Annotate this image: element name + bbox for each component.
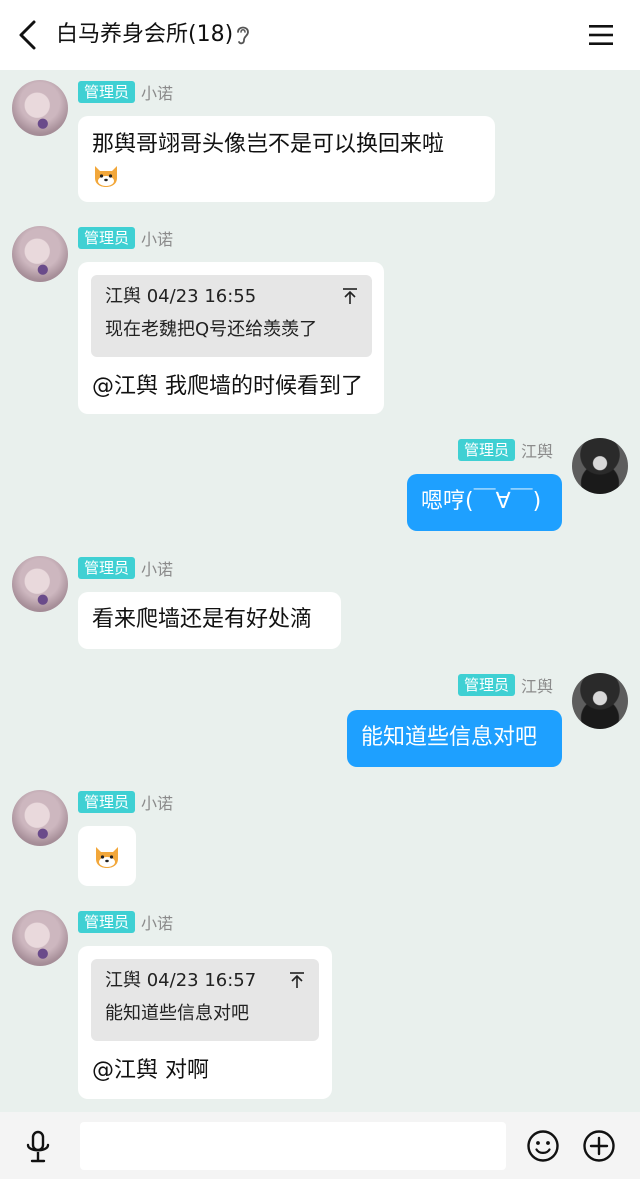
- message-bubble[interactable]: 江舆 04/23 16:55 现在老魏把Q号还给羡羡了 @江舆 我爬墙的时候看到…: [78, 262, 384, 414]
- composer-bar: [0, 1112, 640, 1179]
- message-meta: 管理员 小诺: [78, 790, 173, 814]
- shiba-dog-emoji: [95, 166, 117, 187]
- message-text: 看来爬墙还是有好处滴: [92, 607, 313, 632]
- message-meta: 管理员 江舆: [458, 673, 553, 697]
- sender-name[interactable]: 小诺: [141, 80, 173, 104]
- sender-name[interactable]: 小诺: [141, 910, 173, 934]
- microphone-icon[interactable]: [24, 1130, 52, 1164]
- quoted-message[interactable]: 江舆 04/23 16:57 能知道些信息对吧: [91, 959, 319, 1041]
- sender-name[interactable]: 小诺: [141, 226, 173, 250]
- shiba-dog-emoji: [96, 847, 118, 868]
- chat-title[interactable]: 白马养身会所(18): [56, 20, 233, 50]
- emoji-icon[interactable]: [526, 1129, 560, 1163]
- message-text: 嗯哼(￣∀￣): [421, 489, 542, 514]
- plus-icon[interactable]: [582, 1129, 616, 1163]
- back-arrow-icon[interactable]: [14, 18, 42, 52]
- admin-badge: 管理员: [78, 911, 136, 933]
- avatar[interactable]: [12, 910, 68, 966]
- message-bubble[interactable]: 嗯哼(￣∀￣): [407, 474, 562, 531]
- message-bubble[interactable]: [78, 826, 136, 886]
- avatar[interactable]: [572, 673, 628, 729]
- jump-to-message-icon[interactable]: [342, 287, 358, 305]
- message-text: 能知道些信息对吧: [361, 725, 538, 750]
- quote-text: 能知道些信息对吧: [105, 1003, 249, 1024]
- sender-name[interactable]: 江舆: [521, 673, 553, 697]
- message-meta: 管理员 小诺: [78, 226, 173, 250]
- admin-badge: 管理员: [458, 674, 516, 696]
- message-bubble[interactable]: 看来爬墙还是有好处滴: [78, 592, 341, 649]
- quoted-message[interactable]: 江舆 04/23 16:55 现在老魏把Q号还给羡羡了: [91, 275, 372, 357]
- quote-author-time: 江舆 04/23 16:55: [105, 286, 257, 307]
- message-meta: 管理员 小诺: [78, 80, 173, 104]
- message-meta: 管理员 江舆: [458, 438, 553, 462]
- message-bubble[interactable]: 能知道些信息对吧: [347, 710, 562, 767]
- ear-icon[interactable]: [234, 23, 252, 47]
- message-bubble[interactable]: 江舆 04/23 16:57 能知道些信息对吧 @江舆 对啊: [78, 946, 332, 1099]
- message-text: 那舆哥翊哥头像岂不是可以换回来啦: [92, 132, 445, 157]
- avatar[interactable]: [12, 790, 68, 846]
- quote-author-time: 江舆 04/23 16:57: [105, 970, 257, 991]
- avatar[interactable]: [12, 556, 68, 612]
- message-meta: 管理员 小诺: [78, 910, 173, 934]
- sender-name[interactable]: 小诺: [141, 790, 173, 814]
- message-bubble[interactable]: 那舆哥翊哥头像岂不是可以换回来啦: [78, 116, 495, 202]
- jump-to-message-icon[interactable]: [289, 971, 305, 989]
- quote-text: 现在老魏把Q号还给羡羡了: [105, 319, 318, 340]
- sender-name[interactable]: 小诺: [141, 556, 173, 580]
- sender-name[interactable]: 江舆: [521, 438, 553, 462]
- admin-badge: 管理员: [78, 557, 136, 579]
- avatar[interactable]: [12, 226, 68, 282]
- admin-badge: 管理员: [78, 81, 136, 103]
- menu-icon[interactable]: [588, 22, 614, 48]
- message-meta: 管理员 小诺: [78, 556, 173, 580]
- admin-badge: 管理员: [458, 439, 516, 461]
- message-input[interactable]: [80, 1122, 506, 1170]
- top-bar: 白马养身会所(18): [0, 0, 640, 70]
- avatar[interactable]: [572, 438, 628, 494]
- message-text: @江舆 对啊: [92, 1058, 209, 1083]
- admin-badge: 管理员: [78, 227, 136, 249]
- avatar[interactable]: [12, 80, 68, 136]
- admin-badge: 管理员: [78, 791, 136, 813]
- message-text: @江舆 我爬墙的时候看到了: [92, 374, 363, 399]
